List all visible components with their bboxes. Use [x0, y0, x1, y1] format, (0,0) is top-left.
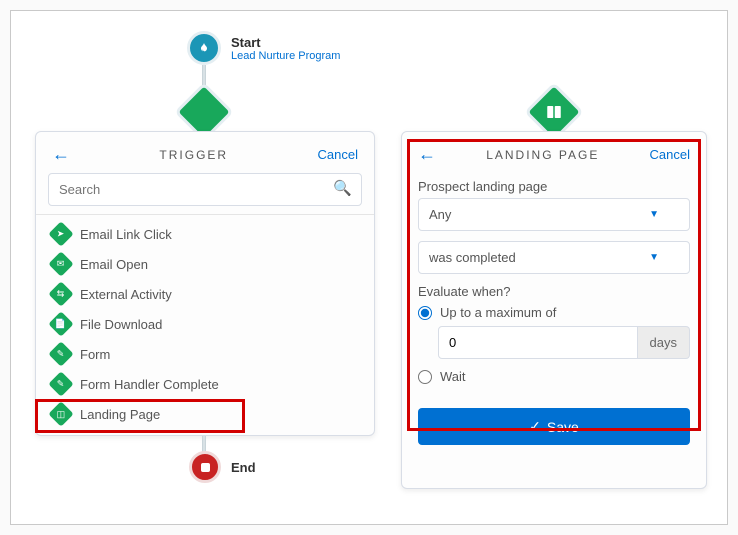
form-icon: ✎	[48, 341, 73, 366]
trigger-item-label: Form Handler Complete	[80, 377, 219, 392]
select-value: was completed	[429, 250, 516, 265]
landing-page-panel-title: Landing Page	[486, 148, 599, 162]
trigger-item-label: File Download	[80, 317, 162, 332]
envelope-icon: ✉	[48, 251, 73, 276]
back-button[interactable]: ←	[418, 144, 436, 165]
start-subtitle[interactable]: Lead Nurture Program	[231, 50, 340, 62]
form-check-icon: ✎	[48, 371, 73, 396]
condition-select[interactable]: was completed ▼	[418, 241, 690, 274]
chevron-down-icon: ▼	[649, 209, 659, 220]
trigger-item-landing-page[interactable]: ◫ Landing Page	[36, 399, 374, 427]
cursor-icon: ➤	[48, 221, 73, 246]
save-button[interactable]: ✓ Save	[418, 408, 690, 445]
end-label: End	[231, 460, 256, 475]
start-node[interactable]: Start Lead Nurture Program	[187, 31, 340, 65]
landing-page-panel: ← Landing Page Cancel Prospect landing p…	[401, 131, 707, 489]
trigger-item-email-open[interactable]: ✉ Email Open	[36, 249, 374, 279]
end-node[interactable]: End	[189, 451, 256, 483]
trigger-item-label: Email Link Click	[80, 227, 172, 242]
search-input[interactable]	[48, 173, 362, 206]
flow-canvas: Start Lead Nurture Program ← Trigger Can…	[10, 10, 728, 525]
trigger-item-label: External Activity	[80, 287, 172, 302]
back-button[interactable]: ←	[52, 144, 70, 165]
page-icon: ◫	[48, 401, 73, 426]
swap-icon: ⇆	[48, 281, 73, 306]
radio-label: Wait	[440, 369, 466, 384]
trigger-panel: ← Trigger Cancel 🔍 ➤ Email Link Click ✉ …	[35, 131, 375, 436]
radio-wait[interactable]: Wait	[418, 369, 690, 384]
check-icon: ✓	[529, 418, 541, 435]
trigger-item-label: Form	[80, 347, 110, 362]
cancel-link[interactable]: Cancel	[318, 147, 358, 162]
max-days-row: days	[438, 326, 690, 359]
trigger-list[interactable]: ➤ Email Link Click ✉ Email Open ⇆ Extern…	[36, 214, 374, 427]
stop-icon	[189, 451, 221, 483]
trigger-item-file-download[interactable]: 📄 File Download	[36, 309, 374, 339]
landing-page-panel-header: ← Landing Page Cancel	[402, 132, 706, 173]
trigger-item-form[interactable]: ✎ Form	[36, 339, 374, 369]
prospect-field-label: Prospect landing page	[418, 179, 690, 194]
save-button-label: Save	[547, 419, 579, 435]
trigger-item-external-activity[interactable]: ⇆ External Activity	[36, 279, 374, 309]
chevron-down-icon: ▼	[649, 252, 659, 263]
evaluate-when-label: Evaluate when?	[418, 284, 690, 299]
start-label-group: Start Lead Nurture Program	[231, 35, 340, 62]
radio-up-to-max[interactable]: Up to a maximum of	[418, 305, 690, 320]
start-title: Start	[231, 35, 340, 50]
landing-page-panel-body: Prospect landing page Any ▼ was complete…	[402, 173, 706, 402]
days-suffix: days	[638, 326, 690, 359]
search-wrap: 🔍	[36, 173, 374, 214]
select-value: Any	[429, 207, 451, 222]
cancel-link[interactable]: Cancel	[650, 147, 690, 162]
radio-label: Up to a maximum of	[440, 305, 556, 320]
prospect-landing-page-select[interactable]: Any ▼	[418, 198, 690, 231]
trigger-item-label: Landing Page	[80, 407, 160, 422]
trigger-item-form-handler-complete[interactable]: ✎ Form Handler Complete	[36, 369, 374, 399]
trigger-panel-title: Trigger	[159, 148, 228, 162]
start-icon	[187, 31, 221, 65]
days-input[interactable]	[438, 326, 638, 359]
file-icon: 📄	[48, 311, 73, 336]
trigger-panel-header: ← Trigger Cancel	[36, 132, 374, 173]
radio-input[interactable]	[418, 370, 432, 384]
radio-input[interactable]	[418, 306, 432, 320]
trigger-item-email-link-click[interactable]: ➤ Email Link Click	[36, 219, 374, 249]
trigger-item-label: Email Open	[80, 257, 148, 272]
